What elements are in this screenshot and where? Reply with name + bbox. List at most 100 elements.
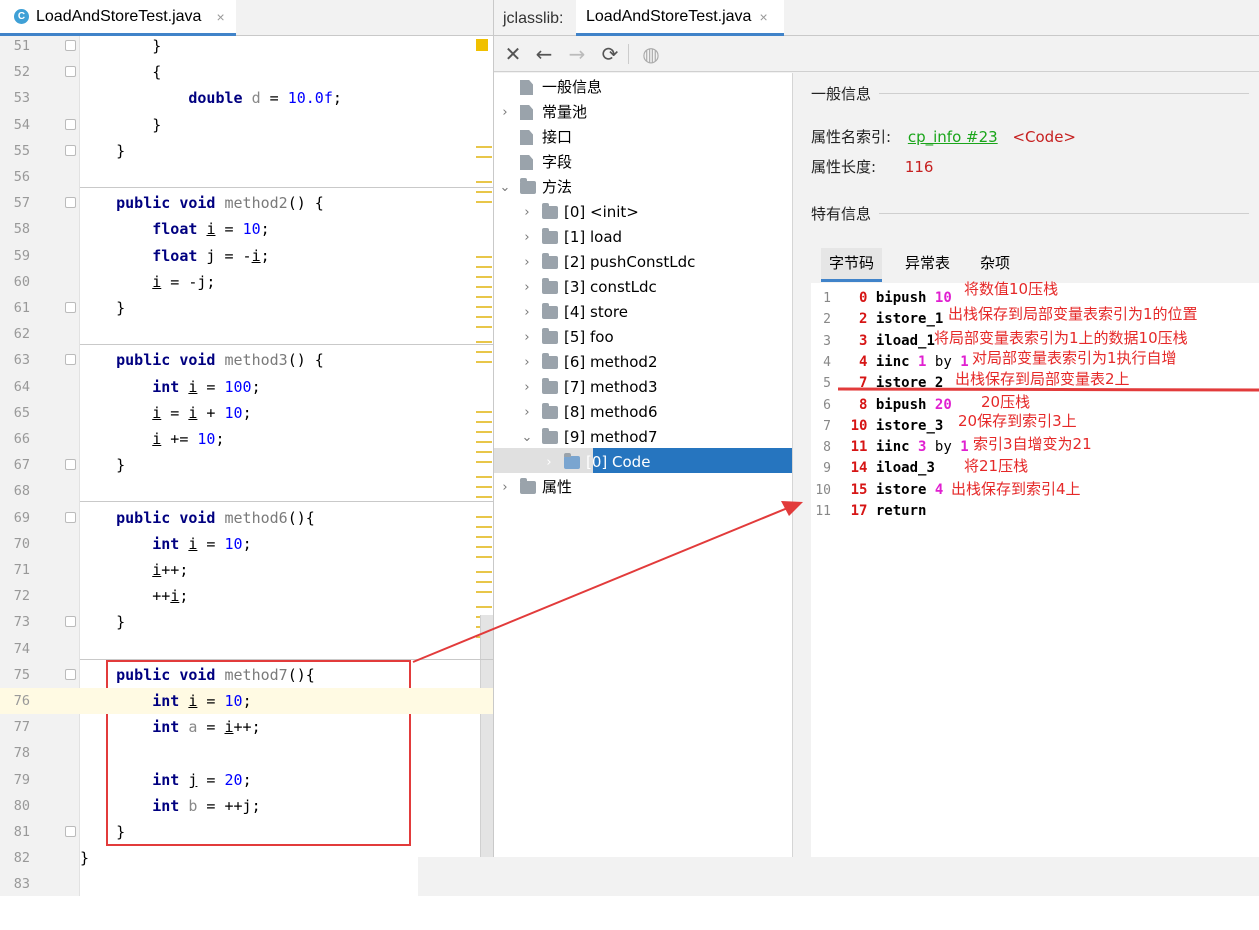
code-line[interactable]: } (80, 33, 493, 59)
code-line[interactable]: public void method7(){ (80, 662, 493, 688)
fold-marker-icon[interactable] (65, 459, 76, 470)
fold-marker-icon[interactable] (65, 145, 76, 156)
fold-marker-icon[interactable] (65, 616, 76, 627)
fold-marker-icon[interactable] (65, 119, 76, 130)
code-token: = -j; (161, 273, 216, 291)
folder-icon (520, 178, 536, 194)
fold-marker-icon[interactable] (65, 354, 76, 365)
code-line[interactable]: int a = i++; (80, 714, 493, 740)
code-line[interactable] (80, 636, 493, 662)
code-line[interactable]: } (80, 112, 493, 138)
tree-node[interactable]: › [5] foo (520, 325, 614, 350)
jclasslib-tab[interactable]: LoadAndStoreTest.java × (576, 0, 784, 36)
chevron-down-icon[interactable]: ⌄ (498, 175, 512, 200)
tree-node[interactable]: 接口 (498, 125, 572, 150)
tab-misc[interactable]: 杂项 (980, 248, 1010, 282)
code-line[interactable]: int b = ++j; (80, 793, 493, 819)
tree-node[interactable]: › [4] store (520, 300, 628, 325)
code-line[interactable]: public void method6(){ (80, 505, 493, 531)
code-line[interactable] (80, 740, 493, 766)
forward-arrow-icon[interactable]: → (565, 42, 589, 66)
bytecode-opcode: istore (875, 481, 927, 498)
close-tab-icon[interactable]: × (759, 9, 767, 25)
editor-tab[interactable]: C LoadAndStoreTest.java × (0, 0, 236, 36)
code-line[interactable] (80, 478, 493, 504)
tree-node[interactable]: › [1] load (520, 225, 622, 250)
tree-node[interactable]: 字段 (498, 150, 572, 175)
bytecode-row[interactable]: 11 17 return (811, 501, 1259, 522)
fold-marker-icon[interactable] (65, 826, 76, 837)
code-line[interactable]: } (80, 609, 493, 635)
code-line[interactable] (80, 321, 493, 347)
tab-exception-table[interactable]: 异常表 (905, 248, 950, 282)
code-token: } (80, 116, 162, 134)
code-line[interactable]: public void method2() { (80, 190, 493, 216)
web-icon[interactable]: ◍ (639, 42, 663, 66)
code-token: ; (242, 535, 252, 553)
fold-marker-icon[interactable] (65, 512, 76, 523)
tree-node[interactable]: › [6] method2 (520, 350, 658, 375)
code-line[interactable]: } (80, 295, 493, 321)
tree-node[interactable]: › [8] method6 (520, 400, 658, 425)
fold-marker-icon[interactable] (65, 669, 76, 680)
chevron-right-icon[interactable]: › (498, 475, 512, 500)
tree-node[interactable]: › [2] pushConstLdc (520, 250, 695, 275)
code-line[interactable]: float j = -i; (80, 243, 493, 269)
class-structure-tree[interactable]: 一般信息 › 常量池 接口 字段 ⌄ 方法 › [0] <init> › [1] load › [2] … (494, 73, 793, 896)
chevron-down-icon[interactable]: ⌄ (520, 425, 534, 450)
code-editor[interactable]: C LoadAndStoreTest.java × 51 } 52 {53 dou… (0, 0, 493, 896)
code-line[interactable]: int i = 10; (80, 688, 493, 714)
tree-node[interactable]: 一般信息 (498, 75, 602, 100)
refresh-icon[interactable]: ⟳ (598, 42, 622, 66)
code-line[interactable]: } (80, 452, 493, 478)
tree-node-label: 常量池 (542, 103, 588, 121)
code-line[interactable]: i = i + 10; (80, 400, 493, 426)
code-line[interactable]: } (80, 819, 493, 845)
tree-node[interactable]: › 常量池 (498, 100, 587, 125)
chevron-right-icon[interactable]: › (520, 275, 534, 300)
tree-node[interactable]: › [7] method3 (520, 375, 658, 400)
code-line[interactable]: ++i; (80, 583, 493, 609)
chevron-right-icon[interactable]: › (520, 325, 534, 350)
chevron-right-icon[interactable]: › (520, 400, 534, 425)
chevron-right-icon[interactable]: › (520, 225, 534, 250)
tree-node[interactable]: › [0] <init> (520, 200, 639, 225)
chevron-right-icon[interactable]: › (520, 200, 534, 225)
code-line[interactable]: double d = 10.0f; (80, 85, 493, 111)
code-line[interactable] (80, 164, 493, 190)
tree-node[interactable]: › [0] Code (542, 450, 650, 475)
code-line[interactable]: int i = 100; (80, 374, 493, 400)
chevron-right-icon[interactable]: › (520, 300, 534, 325)
fold-marker-icon[interactable] (65, 302, 76, 313)
code-line[interactable]: i = -j; (80, 269, 493, 295)
code-line[interactable]: int i = 10; (80, 531, 493, 557)
cp-info-link[interactable]: cp_info #23 (908, 128, 998, 146)
tree-node[interactable]: ⌄ 方法 (498, 175, 572, 200)
tree-node[interactable]: ⌄ [9] method7 (520, 425, 658, 450)
chevron-right-icon[interactable]: › (520, 375, 534, 400)
code-line[interactable]: i += 10; (80, 426, 493, 452)
code-line[interactable]: float i = 10; (80, 216, 493, 242)
fold-marker-icon[interactable] (65, 40, 76, 51)
chevron-right-icon[interactable]: › (542, 450, 556, 475)
back-arrow-icon[interactable]: ← (532, 42, 556, 66)
code-line[interactable]: } (80, 138, 493, 164)
code-token: public void (116, 194, 216, 212)
tab-bytecode[interactable]: 字节码 (821, 248, 883, 282)
chevron-right-icon[interactable]: › (520, 350, 534, 375)
code-line[interactable]: { (80, 59, 493, 85)
bytecode-row[interactable]: 9 14 iload_3 (811, 458, 1259, 479)
tree-node[interactable]: › [3] constLdc (520, 275, 657, 300)
fold-marker-icon[interactable] (65, 197, 76, 208)
tree-node[interactable]: › 属性 (498, 475, 572, 500)
fold-marker-icon[interactable] (65, 66, 76, 77)
close-icon[interactable]: ✕ (501, 42, 525, 66)
code-line[interactable]: public void method3() { (80, 347, 493, 373)
chevron-right-icon[interactable]: › (498, 100, 512, 125)
tree-node-label: [8] method6 (564, 403, 658, 421)
code-line[interactable]: int j = 20; (80, 767, 493, 793)
chevron-right-icon[interactable]: › (520, 250, 534, 275)
code-line[interactable]: i++; (80, 557, 493, 583)
close-tab-icon[interactable]: × (216, 9, 224, 25)
